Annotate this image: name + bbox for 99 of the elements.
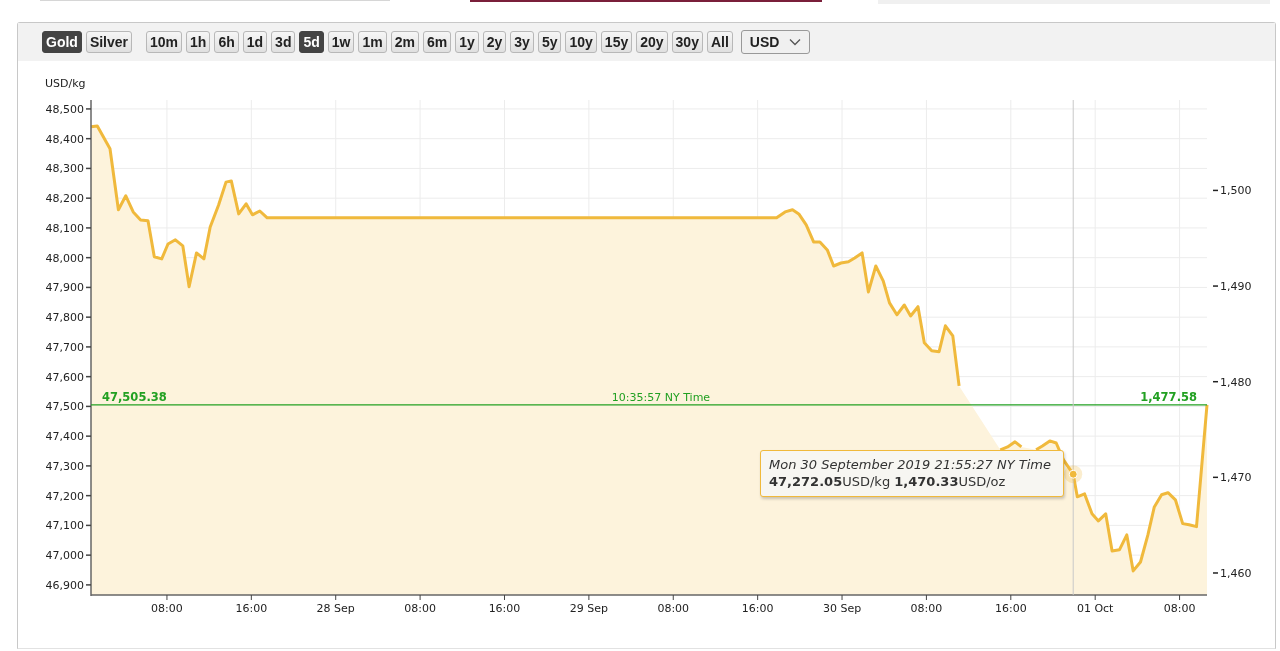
x-axis-tick [335, 594, 337, 601]
y-axis-label: 1,480 [1220, 375, 1252, 389]
y-axis-label: 47,500 [45, 400, 84, 414]
y-axis-label: 47,800 [45, 311, 84, 325]
x-axis-tick [925, 594, 927, 601]
y-axis-tick [85, 108, 92, 110]
y-axis-label: 1,490 [1220, 280, 1252, 294]
range-button[interactable]: 3y [510, 31, 534, 53]
y-axis-tick [85, 584, 92, 586]
y-axis-label: 1,500 [1220, 184, 1252, 198]
y-axis-tick [85, 435, 92, 437]
y-axis-label: 1,460 [1220, 567, 1252, 580]
y-axis-tick [1212, 476, 1219, 479]
x-axis-label: 28 Sep [316, 602, 355, 615]
y-axis-label: 48,300 [45, 162, 84, 176]
currency-select[interactable]: USD [740, 30, 811, 54]
x-axis-tick [250, 594, 252, 601]
x-axis-label: 08:00 [404, 602, 436, 615]
y-axis-tick [85, 167, 92, 170]
x-axis-label: 16:00 [741, 602, 774, 615]
x-axis-label: 08:00 [657, 602, 690, 615]
current-price-kg: 47,505.38 [102, 389, 167, 404]
range-button[interactable]: 5y [537, 31, 562, 53]
range-button[interactable]: 2y [482, 31, 507, 53]
y-axis-label: 47,000 [45, 549, 84, 563]
y-axis-label: 47,600 [45, 370, 84, 384]
range-button[interactable]: All [706, 31, 733, 53]
tooltip-date: Mon 30 September 2019 21:55:27 NY Time [769, 456, 1052, 473]
y-axis-tick [85, 316, 92, 318]
range-button[interactable]: 15y [600, 31, 633, 53]
x-axis-label: 08:00 [1163, 602, 1196, 615]
x-axis-label: 30 Sep [822, 602, 862, 615]
range-button[interactable]: 1h [186, 31, 211, 53]
range-button[interactable]: 6m [422, 31, 452, 53]
range-button[interactable]: 10m [146, 31, 183, 53]
x-axis-tick [1179, 594, 1181, 601]
current-price-time: 10:35:57 NY Time [611, 390, 711, 404]
range-button[interactable]: 30y [671, 31, 703, 53]
metal-button[interactable]: Silver [85, 31, 133, 53]
range-button[interactable]: 20y [636, 31, 668, 53]
range-button[interactable]: 2m [390, 31, 419, 53]
x-axis-tick [166, 594, 168, 601]
y-axis-label: 47,900 [45, 281, 84, 295]
y-axis-tick [1212, 189, 1219, 192]
x-axis-label: 29 Sep [569, 602, 608, 615]
x-axis-tick [757, 594, 759, 601]
range-button[interactable]: 10y [565, 31, 597, 53]
y-axis-tick [85, 346, 92, 348]
y-axis-tick [1212, 285, 1219, 287]
current-price-oz: 1,477.58 [1140, 389, 1197, 404]
range-button[interactable]: 1m [358, 31, 387, 53]
y-axis-label: 48,100 [45, 221, 84, 235]
axis-unit-label: USD/kg [45, 77, 86, 90]
chevron-down-icon [789, 38, 802, 46]
y-axis-tick [85, 554, 92, 556]
y-axis-tick [85, 227, 92, 229]
y-axis-tick [85, 137, 92, 140]
x-axis-tick [504, 594, 505, 601]
y-axis-tick [1212, 380, 1219, 383]
y-axis-tick [85, 256, 92, 259]
x-axis-tick [588, 594, 590, 601]
y-axis-tick [85, 286, 92, 289]
y-axis-label: 48,400 [45, 132, 84, 146]
y-axis-tick [85, 405, 92, 408]
x-axis-label: 01 Oct [1076, 602, 1114, 615]
y-axis-label: 46,900 [45, 578, 84, 592]
y-axis-tick [85, 494, 92, 497]
x-axis-tick [1010, 594, 1012, 601]
x-axis-label: 08:00 [151, 602, 183, 615]
x-axis-tick [672, 594, 674, 601]
y-axis-label: 47,300 [45, 459, 84, 473]
x-axis-tick [419, 594, 421, 601]
y-axis-label: 48,500 [45, 102, 84, 116]
y-axis-tick [85, 524, 92, 527]
y-axis-label: 47,700 [45, 340, 84, 354]
y-axis-label: 47,100 [45, 519, 84, 533]
x-axis-label: 16:00 [488, 602, 521, 615]
range-button[interactable]: 1d [242, 31, 268, 53]
range-button[interactable]: 1y [455, 31, 479, 53]
y-axis-label: 48,000 [45, 251, 84, 265]
x-axis-tick [841, 594, 843, 601]
x-axis-label: 16:00 [994, 602, 1027, 615]
range-button[interactable]: 6h [214, 31, 239, 53]
x-axis-label: 08:00 [910, 602, 943, 615]
range-button[interactable]: 5d [299, 31, 324, 53]
y-axis-label: 1,470 [1220, 471, 1252, 485]
range-button[interactable]: 1w [327, 31, 355, 53]
x-axis-tick [1094, 594, 1096, 601]
metal-button[interactable]: Gold [42, 31, 82, 53]
y-axis-tick [85, 465, 92, 467]
y-axis-tick [85, 375, 92, 378]
tooltip-values: 47,272.05USD/kg 1,470.33USD/oz [769, 473, 1007, 490]
y-axis-label: 48,200 [45, 192, 84, 206]
y-axis-label: 47,200 [45, 489, 84, 503]
y-axis-tick [1212, 572, 1219, 574]
y-axis-tick [85, 197, 92, 199]
x-axis-label: 16:00 [235, 602, 268, 615]
range-button[interactable]: 3d [271, 31, 296, 53]
y-axis-label: 47,400 [45, 430, 84, 444]
